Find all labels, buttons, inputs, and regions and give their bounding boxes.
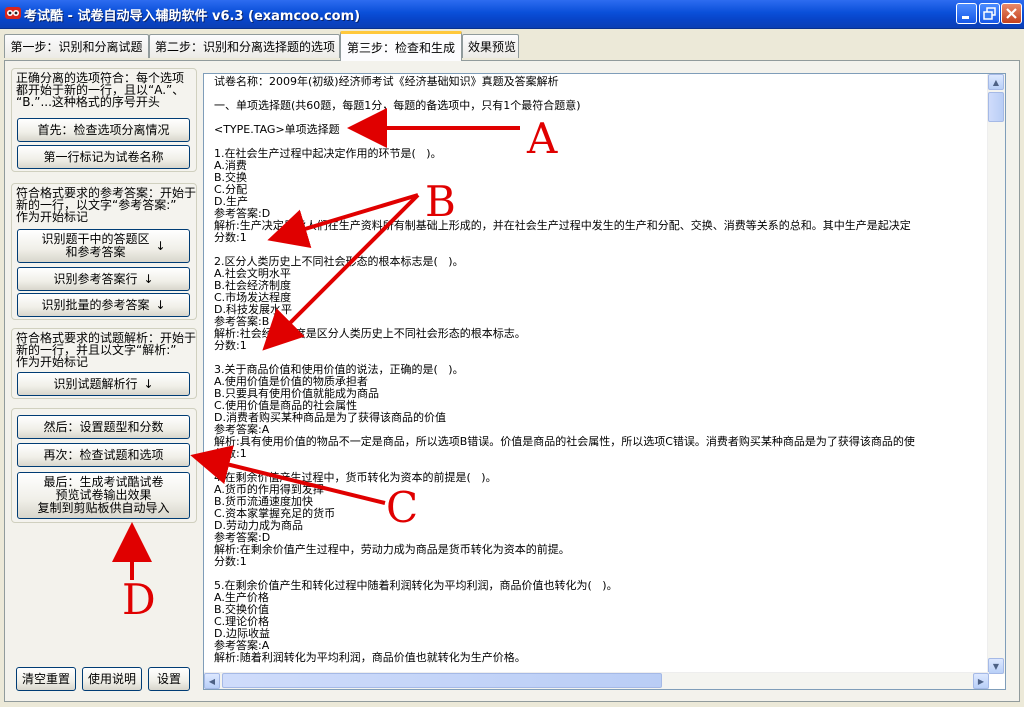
vertical-scroll-thumb[interactable] xyxy=(988,92,1004,122)
identify-answer-area-label: 识别题干中的答题区 和参考答案 xyxy=(41,232,150,259)
tab-step2[interactable]: 第二步：识别和分离选择题的选项 xyxy=(149,34,340,58)
set-type-score-button[interactable]: 然后：设置题型和分数 xyxy=(17,415,190,439)
scroll-left-icon[interactable]: ◀ xyxy=(204,673,220,689)
scroll-down-icon[interactable]: ▼ xyxy=(988,658,1004,674)
answer-rule-text: 符合格式要求的参考答案：开始于 新的一行，以文字“参考答案:” 作为开始标记 xyxy=(16,186,197,224)
vertical-scrollbar[interactable]: ▲ ▼ xyxy=(987,74,1005,674)
settings-button[interactable]: 设置 xyxy=(148,667,190,691)
check-options-button[interactable]: 首先：检查选项分离情况 xyxy=(17,118,190,142)
horizontal-scrollbar[interactable]: ◀ ▶ xyxy=(204,672,989,689)
identify-explanation-button[interactable]: 识别试题解析行 ↓ xyxy=(17,372,190,396)
down-arrow-icon: ↓ xyxy=(143,376,154,391)
minimize-button[interactable] xyxy=(956,3,977,24)
generate-paper-button[interactable]: 最后：生成考试酷试卷 预览试卷输出效果 复制到剪贴板供自动导入 xyxy=(17,472,190,519)
down-arrow-icon: ↓ xyxy=(155,238,166,253)
tab-step1[interactable]: 第一步：识别和分离试题 xyxy=(4,34,149,58)
help-button[interactable]: 使用说明 xyxy=(82,667,142,691)
identify-batch-answers-button[interactable]: 识别批量的参考答案 ↓ xyxy=(17,293,190,317)
paper-text-area[interactable]: 试卷名称：2009年(初级)经济师考试《经济基础知识》真题及答案解析 一、单项选… xyxy=(203,73,1006,690)
identify-answer-line-button[interactable]: 识别参考答案行 ↓ xyxy=(17,267,190,291)
minimize-icon xyxy=(962,16,969,19)
title-bar[interactable]: 考试酷 - 试卷自动导入辅助软件 v6.3 (examcoo.com) xyxy=(0,0,1024,29)
window-title: 考试酷 - 试卷自动导入辅助软件 v6.3 (examcoo.com) xyxy=(24,9,361,24)
tab-step3[interactable]: 第三步：检查和生成 xyxy=(340,31,462,61)
restore-button[interactable] xyxy=(979,3,1000,24)
restore-icon xyxy=(983,7,996,20)
paper-text[interactable]: 试卷名称：2009年(初级)经济师考试《经济基础知识》真题及答案解析 一、单项选… xyxy=(214,76,984,664)
scroll-up-icon[interactable]: ▲ xyxy=(988,74,1004,90)
options-rule-text: 正确分离的选项符合：每个选项 都开始于新的一行，且以“A.”、 “B.”...这… xyxy=(16,71,185,109)
tab-preview[interactable]: 效果预览 xyxy=(462,34,519,58)
identify-explanation-label: 识别试题解析行 xyxy=(53,376,138,391)
check-questions-button[interactable]: 再次：检查试题和选项 xyxy=(17,443,190,467)
app-logo-icon xyxy=(5,7,21,19)
horizontal-scroll-thumb[interactable] xyxy=(222,673,662,688)
identify-batch-answers-label: 识别批量的参考答案 xyxy=(41,297,150,312)
identify-answer-line-label: 识别参考答案行 xyxy=(53,271,138,286)
first-line-title-button[interactable]: 第一行标记为试卷名称 xyxy=(17,145,190,169)
scroll-right-icon[interactable]: ▶ xyxy=(973,673,989,689)
tab-strip: 第一步：识别和分离试题 第二步：识别和分离选择题的选项 第三步：检查和生成 效果… xyxy=(0,30,1024,61)
close-icon xyxy=(1006,8,1017,19)
identify-answer-area-button[interactable]: 识别题干中的答题区 和参考答案 ↓ xyxy=(17,229,190,263)
down-arrow-icon: ↓ xyxy=(155,297,166,312)
clear-reset-button[interactable]: 清空重置 xyxy=(16,667,76,691)
close-button[interactable] xyxy=(1001,3,1022,24)
explanation-rule-text: 符合格式要求的试题解析：开始于 新的一行，并且以文字“解析:” 作为开始标记 xyxy=(16,331,197,369)
down-arrow-icon: ↓ xyxy=(143,271,154,286)
